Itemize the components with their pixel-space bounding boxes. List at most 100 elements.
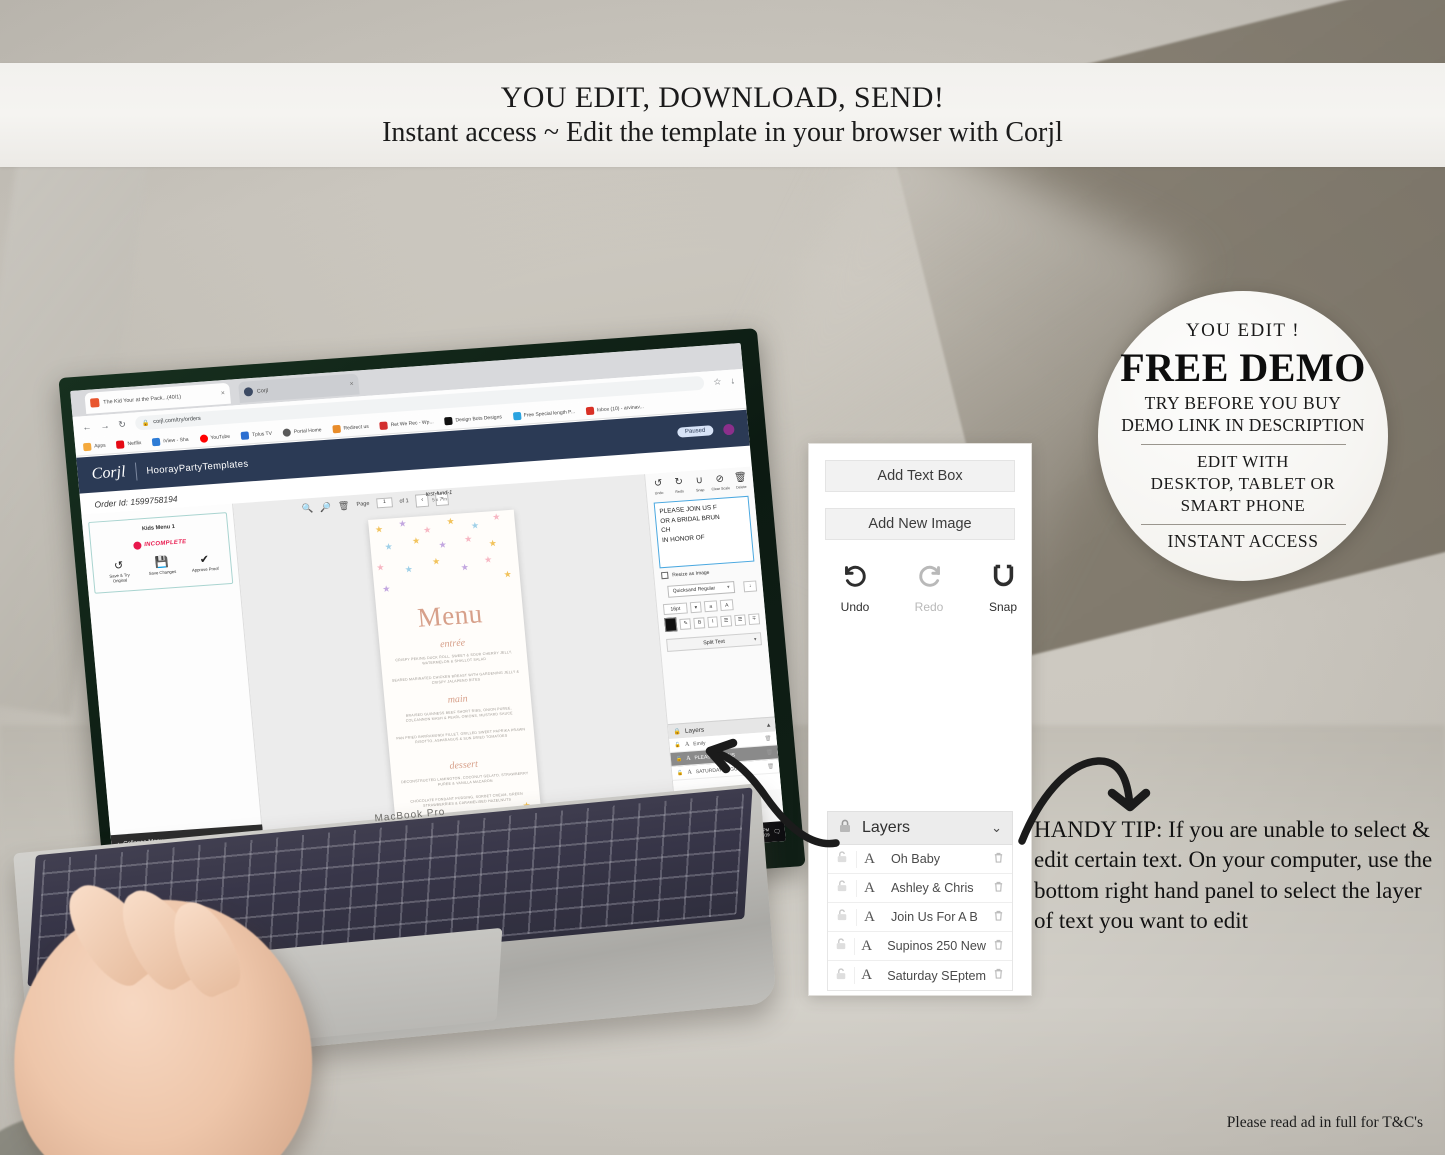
back-arrow-icon[interactable]: ← <box>82 422 92 433</box>
bookmark-favicon <box>585 406 595 415</box>
download-icon[interactable]: ↓ <box>730 376 735 386</box>
layer-row[interactable]: A Saturday SEptem <box>828 961 1012 990</box>
trash-icon[interactable] <box>986 967 1012 984</box>
bookmark-item[interactable]: Redirect us <box>332 422 369 433</box>
align-center-icon[interactable]: ☰ <box>734 613 747 626</box>
delete-button[interactable]: 🗑 Delete <box>730 472 751 490</box>
trash-icon[interactable]: 🗑 <box>338 500 350 512</box>
bookmark-item[interactable]: Apps <box>82 441 106 451</box>
redo-button[interactable]: Redo <box>905 562 953 614</box>
text-layer-icon: A <box>856 850 882 868</box>
layer-row[interactable]: A Join Us For A B <box>828 903 1012 932</box>
proof-card[interactable]: Kids Menu 1 INCOMPLETE ↺ Save & Try Orig… <box>88 512 234 594</box>
corjl-logo: Corjl <box>90 463 127 483</box>
bookmark-item[interactable]: Netflix <box>116 439 142 449</box>
banner-headline: YOU EDIT, DOWNLOAD, SEND! <box>500 80 945 114</box>
eyedropper-icon[interactable]: ✎ <box>679 617 692 630</box>
font-download-button[interactable]: ↓ <box>743 579 758 592</box>
trash-icon[interactable] <box>986 938 1012 955</box>
badge-free-demo: FREE DEMO <box>1120 344 1366 390</box>
undo-button[interactable]: ↺ Undo <box>648 478 669 496</box>
proof-title: Kids Menu 1 <box>141 523 176 533</box>
lock-open-icon[interactable] <box>828 937 854 955</box>
align-left-icon[interactable]: ☰ <box>720 614 733 627</box>
star-icon: ★ <box>404 563 414 575</box>
add-text-box-button[interactable]: Add Text Box <box>825 460 1015 492</box>
save-changes-button[interactable]: 💾 Save Changes <box>145 556 179 582</box>
bookmark-item[interactable]: Inbox (10) - arvinav... <box>585 403 644 415</box>
star-icon: ★ <box>422 524 432 536</box>
forward-arrow-icon[interactable]: → <box>100 420 110 431</box>
layer-row[interactable]: A Supinos 250 New <box>828 932 1012 961</box>
snap-button[interactable]: Snap <box>979 562 1027 614</box>
curve-text-icon[interactable]: ∓ <box>748 612 761 625</box>
lock-open-icon[interactable] <box>828 908 856 926</box>
revert-icon: ↺ <box>113 559 124 573</box>
snap-button[interactable]: ∪ Snap <box>689 475 710 493</box>
star-icon: ★ <box>491 511 501 523</box>
bookmark-favicon <box>444 416 453 425</box>
bookmark-label: YouTube <box>210 433 231 441</box>
bookmark-item[interactable]: Free Special length P... <box>512 408 575 420</box>
color-swatch[interactable] <box>664 617 678 633</box>
bookmark-star-icon[interactable]: ☆ <box>713 376 722 388</box>
bookmark-item[interactable]: iView - Sha <box>152 435 189 446</box>
zoom-out-icon[interactable]: 🔎 <box>319 501 331 513</box>
italic-button[interactable]: I <box>707 615 719 628</box>
trash-icon[interactable] <box>984 851 1012 868</box>
bookmark-item[interactable]: YouTube <box>199 432 231 443</box>
redo-arrow-icon <box>905 562 953 593</box>
save-try-original-button[interactable]: ↺ Save & Try Original <box>102 560 136 585</box>
tool-label: Redo <box>914 600 944 614</box>
avatar[interactable] <box>722 423 735 435</box>
chevron-down-icon[interactable]: ▾ <box>689 601 702 614</box>
bookmark-item[interactable]: Ret We Rec - Wp... <box>379 418 434 430</box>
bookmark-item[interactable]: Tplus TV <box>240 429 273 440</box>
redo-button[interactable]: ↻ Redo <box>668 476 689 494</box>
layer-row[interactable]: A Oh Baby <box>828 845 1012 874</box>
reload-icon[interactable]: ↻ <box>118 419 127 430</box>
text-smaller-button[interactable]: a <box>703 600 718 613</box>
trash-icon[interactable] <box>984 880 1012 897</box>
close-icon[interactable]: × <box>221 390 226 397</box>
app-canvas: 🔍 🔎 🗑 Page 1 of 1 ‹ › test-fund-1 5 x 7 … <box>233 474 676 849</box>
page-number-input[interactable]: 1 <box>376 497 393 509</box>
bookmark-label: Netflix <box>127 439 142 447</box>
text-larger-button[interactable]: A <box>719 599 734 612</box>
badge-devices-line1: DESKTOP, TABLET OR <box>1150 473 1336 493</box>
lock-open-icon[interactable]: 🔓 <box>674 742 681 748</box>
zoom-in-icon[interactable]: 🔍 <box>301 502 313 514</box>
undo-button[interactable]: Undo <box>831 562 879 614</box>
lock-open-icon[interactable] <box>828 879 856 897</box>
clear-scale-button[interactable]: ⊘ Clear Scale <box>710 474 731 492</box>
bookmark-item[interactable]: Portal Home <box>282 426 322 437</box>
font-family-select[interactable]: Quicksand Regular ▾ <box>667 581 736 598</box>
lock-open-icon[interactable]: 🔓 <box>676 756 683 762</box>
approve-proof-button[interactable]: ✔ Approve Proof <box>188 554 222 579</box>
chevron-up-icon[interactable]: ▴ <box>766 721 770 729</box>
close-icon[interactable]: × <box>349 381 354 388</box>
menu-template-card[interactable]: ★ ★ ★ ★ ★ ★ ★ ★ ★ ★ ★ ★ ★ ★ ★ ★ ★ ★ ★ ★ <box>368 509 544 849</box>
lock-open-icon[interactable]: 🔓 <box>677 770 684 776</box>
status-badge[interactable]: Paused <box>676 425 714 438</box>
handy-tip-text: HANDY TIP: If you are unable to select &… <box>1034 817 1433 934</box>
text-edit-area[interactable]: PLEASE JOIN US F OR A BRIDAL BRUN CH IN … <box>653 495 755 569</box>
font-size-select[interactable]: 16pt <box>662 602 688 616</box>
trash-icon[interactable] <box>984 909 1012 926</box>
banner-subheadline: Instant access ~ Edit the template in yo… <box>382 116 1063 148</box>
layer-row[interactable]: A Ashley & Chris <box>828 874 1012 903</box>
etsy-favicon <box>89 398 100 408</box>
bold-button[interactable]: B <box>693 616 706 629</box>
layers-header[interactable]: Layers ⌄ <box>827 811 1013 845</box>
bookmark-label: Redirect us <box>343 423 370 432</box>
panel-tool-row: Undo Redo Snap <box>809 540 1031 614</box>
split-text-button[interactable]: Split Text ▾ <box>666 632 763 652</box>
badge-demo-link: DEMO LINK IN DESCRIPTION <box>1121 415 1365 436</box>
lock-closed-icon: 🔒 <box>673 728 682 736</box>
redo-arrow-icon: ↻ <box>674 476 684 489</box>
star-icon: ★ <box>470 520 480 531</box>
chevron-down-icon[interactable]: ⌄ <box>991 820 1002 836</box>
bookmark-item[interactable]: Design Bots Designs <box>444 413 502 425</box>
lock-open-icon[interactable] <box>828 967 854 985</box>
add-new-image-button[interactable]: Add New Image <box>825 508 1015 540</box>
